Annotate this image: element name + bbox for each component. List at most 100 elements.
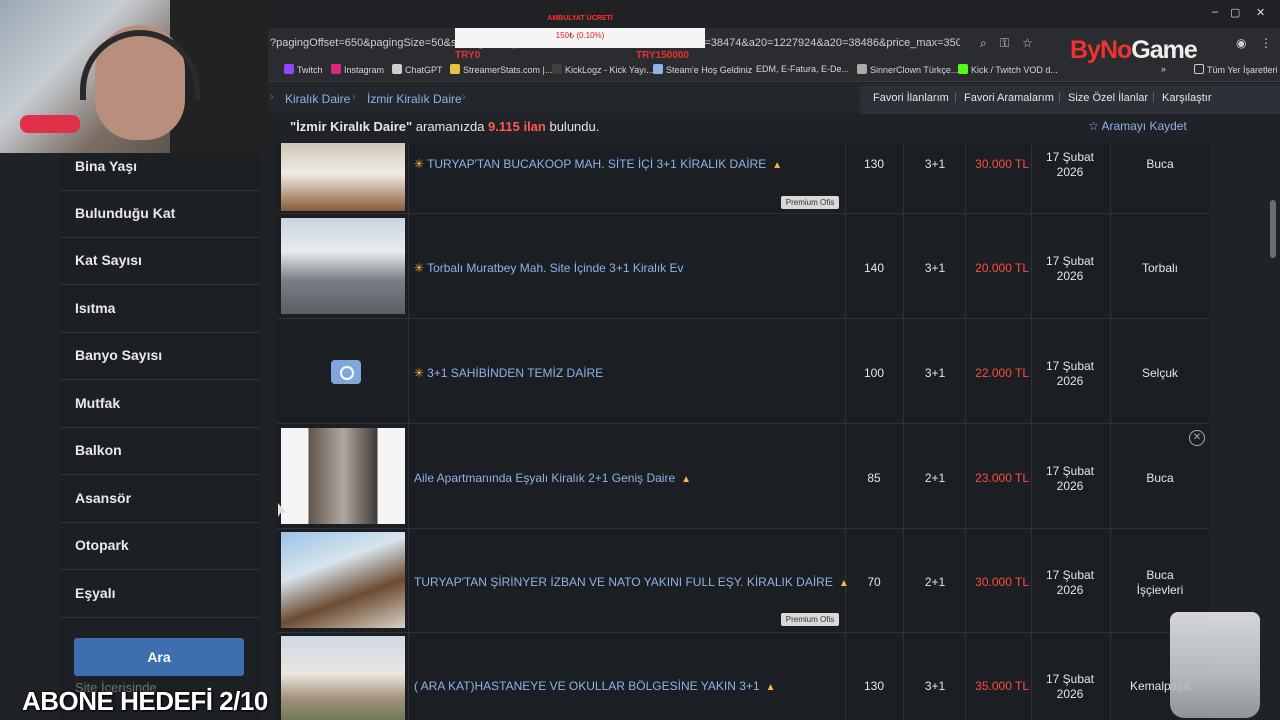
listing-date: 17 Şubat 2026	[1045, 568, 1095, 597]
listing-rooms: 3+1	[924, 261, 946, 275]
listing-rooms: 2+1	[924, 575, 946, 589]
filter-bathrooms[interactable]: Banyo Sayısı	[60, 333, 260, 380]
listing-location: Buca	[1146, 157, 1174, 171]
filter-elevator[interactable]: Asansör	[60, 476, 260, 523]
filter-kitchen[interactable]: Mutfak	[60, 381, 260, 428]
listing-location: Buca	[1146, 471, 1174, 485]
close-window-button[interactable]: ✕	[1256, 6, 1265, 19]
bookmark-steam[interactable]: Steam'e Hoş Geldiniz	[653, 64, 752, 75]
donation-min: TRY0	[455, 50, 481, 61]
bynogame-logo: ByNoGame	[1070, 36, 1198, 64]
listing-location: Torbalı	[1141, 261, 1179, 275]
listing-price: 20.000 TL	[975, 261, 1029, 275]
listing-rooms: 2+1	[924, 471, 946, 485]
maximize-button[interactable]: ▢	[1230, 6, 1240, 19]
listing-price: 30.000 TL	[975, 575, 1029, 589]
filter-floor-count[interactable]: Kat Sayısı	[60, 238, 260, 285]
listing-area: 85	[867, 471, 881, 485]
table-row[interactable]: ✳ Torbalı Muratbey Mah. Site İçinde 3+1 K…	[277, 215, 1210, 319]
bookmark-instagram[interactable]: Instagram	[331, 64, 384, 75]
listing-thumbnail[interactable]	[281, 143, 405, 211]
bookmark-twitch[interactable]: Twitch	[284, 64, 323, 75]
table-row[interactable]: TURYAP'TAN ŞİRİNYER İZBAN VE NATO YAKINI…	[277, 529, 1210, 633]
chevron-right-icon: ›	[462, 91, 466, 103]
listing-area: 140	[863, 261, 885, 275]
listing-title[interactable]: ( ARA KAT)HASTANEYE VE OKULLAR BÖLGESİNE…	[414, 679, 775, 693]
listing-thumbnail-placeholder[interactable]	[281, 323, 405, 419]
bookmark-streamerstats[interactable]: StreamerStats.com |...	[450, 64, 552, 75]
listing-area: 130	[863, 157, 885, 171]
bookmark-kicklogz[interactable]: KickLogz - Kick Yayı...	[552, 64, 654, 75]
subscriber-goal-text: ABONE HEDEFİ 2/10	[22, 686, 268, 716]
donation-progress-text: 150₺ (0.10%)	[555, 31, 605, 40]
listing-price: 30.000 TL	[975, 157, 1029, 171]
chevron-right-icon: ›	[352, 91, 356, 103]
nav-divider: |	[954, 91, 957, 103]
featured-star-icon: ✳	[414, 261, 425, 275]
minimize-button[interactable]: –	[1212, 6, 1218, 18]
bookmark-kick-twitch-vod[interactable]: Kick / Twitch VOD d...	[958, 64, 1058, 75]
bookmark-chatgpt[interactable]: ChatGPT	[392, 64, 443, 75]
donation-max: TRY150000	[636, 50, 689, 61]
listing-price: 23.000 TL	[975, 471, 1029, 485]
listing-title[interactable]: ✳ Torbalı Muratbey Mah. Site İçinde 3+1 K…	[414, 261, 684, 275]
listing-date: 17 Şubat 2026	[1045, 464, 1095, 493]
bookmarks-overflow-icon[interactable]: »	[1161, 64, 1166, 74]
table-row[interactable]: ( ARA KAT)HASTANEYE VE OKULLAR BÖLGESİNE…	[277, 633, 1210, 720]
listing-thumbnail[interactable]	[281, 532, 405, 628]
menu-icon[interactable]: ⋮	[1260, 36, 1272, 50]
listing-area: 130	[863, 679, 885, 693]
favorite-listings-link[interactable]: Favori İlanlarım	[873, 92, 949, 104]
bookmark-edm[interactable]: EDM, E-Fatura, E-De...	[756, 64, 849, 74]
featured-star-icon: ✳	[414, 366, 425, 380]
filter-furnished[interactable]: Eşyalı	[60, 571, 260, 618]
listing-rooms: 3+1	[924, 366, 946, 380]
listing-thumbnail[interactable]	[281, 218, 405, 314]
thumbs-up-icon: ▲	[772, 160, 783, 171]
filter-heating[interactable]: Isıtma	[60, 286, 260, 333]
all-bookmarks-folder[interactable]: Tüm Yer İşaretleri	[1194, 64, 1278, 75]
filter-floor[interactable]: Bulunduğu Kat	[60, 191, 260, 238]
table-row[interactable]: Aile Apartmanında Eşyalı Kiralık 2+1 Gen…	[277, 425, 1210, 529]
profile-icon[interactable]: ◉	[1236, 36, 1246, 50]
listing-title[interactable]: ✳ 3+1 SAHİBİNDEN TEMİZ DAİRE	[414, 366, 603, 380]
listing-rooms: 3+1	[924, 679, 946, 693]
listing-date: 17 Şubat 2026	[1045, 672, 1095, 701]
listing-thumbnail[interactable]	[281, 636, 405, 720]
filter-parking[interactable]: Otopark	[60, 523, 260, 570]
page-scrollbar[interactable]	[1270, 200, 1276, 258]
listing-date: 17 Şubat 2026	[1045, 254, 1095, 283]
glass-cup-overlay	[1170, 612, 1260, 718]
thumbs-up-icon: ▲	[838, 578, 849, 589]
featured-star-icon: ✳	[414, 157, 425, 171]
favorite-searches-link[interactable]: Favori Aramalarım	[964, 92, 1054, 104]
close-icon[interactable]: ✕	[1189, 430, 1205, 446]
search-button[interactable]: Ara	[74, 638, 244, 676]
nav-divider: |	[1152, 91, 1155, 103]
listing-thumbnail[interactable]	[281, 428, 405, 524]
bookmark-star-icon[interactable]: ☆	[1022, 36, 1033, 50]
webcam-overlay	[0, 0, 268, 153]
listing-area: 100	[863, 366, 885, 380]
listing-price: 22.000 TL	[975, 366, 1029, 380]
password-key-icon[interactable]: ⚿	[1000, 36, 1009, 51]
table-row[interactable]: ✳ TURYAP'TAN BUCAKOOP MAH. SİTE İÇİ 3+1 K…	[277, 110, 1210, 214]
nav-divider: |	[1058, 91, 1061, 103]
breadcrumb-izmir-kiralik-daire[interactable]: İzmir Kiralık Daire	[367, 92, 462, 106]
premium-badge: Premium Ofis	[781, 196, 839, 209]
listing-title[interactable]: Aile Apartmanında Eşyalı Kiralık 2+1 Gen…	[414, 471, 691, 485]
table-row[interactable]: ✳ 3+1 SAHİBİNDEN TEMİZ DAİRE 100 3+1 22.0…	[277, 320, 1210, 424]
microphone-icon	[20, 115, 80, 133]
listing-price: 35.000 TL	[975, 679, 1029, 693]
compare-link[interactable]: Karşılaştır	[1162, 92, 1212, 104]
zoom-icon[interactable]: ⌕	[980, 36, 987, 51]
breadcrumb-kiralik-daire[interactable]: Kiralık Daire	[285, 92, 350, 106]
thumbs-up-icon: ▲	[765, 682, 776, 693]
listing-title[interactable]: TURYAP'TAN ŞİRİNYER İZBAN VE NATO YAKINI…	[414, 575, 849, 589]
special-listings-link[interactable]: Size Özel İlanlar	[1068, 92, 1148, 104]
thumbs-up-icon: ▲	[681, 474, 692, 485]
listing-location: Buca İşçievleri	[1136, 568, 1184, 597]
listing-title[interactable]: ✳ TURYAP'TAN BUCAKOOP MAH. SİTE İÇİ 3+1 K…	[414, 157, 782, 171]
filter-balcony[interactable]: Balkon	[60, 428, 260, 475]
bookmark-sinnerclown[interactable]: SinnerClown Türkçe...	[857, 64, 958, 75]
